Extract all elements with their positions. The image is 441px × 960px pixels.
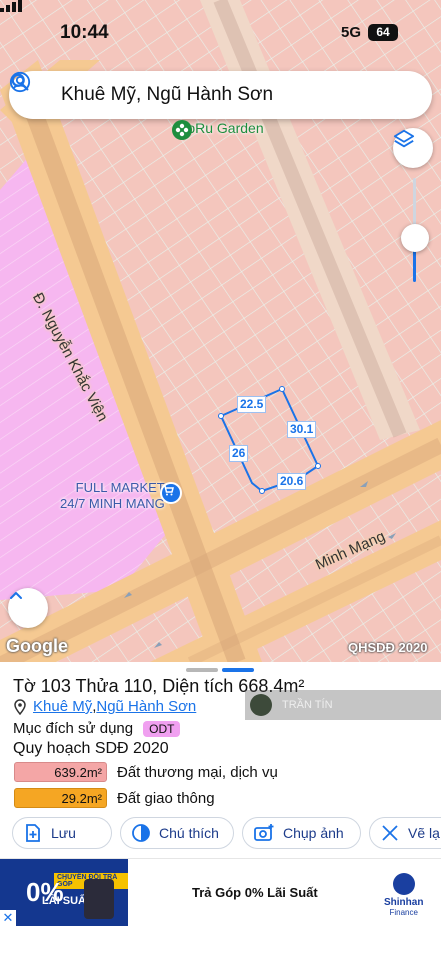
action-chips: Lưu Chú thích Chụp ảnh Vẽ lạ (12, 817, 441, 849)
avatar (250, 694, 272, 716)
parcel-dimension-right: 30.1 (287, 421, 317, 438)
chevron-up-icon (10, 592, 22, 599)
parcel-dimension-bottom: 20.6 (277, 473, 307, 490)
land-use-row: 639.2m² Đất thương mại, dịch vụ (14, 762, 278, 782)
legend-button[interactable]: Chú thích (120, 817, 234, 849)
save-button[interactable]: Lưu (12, 817, 112, 849)
ad-headline[interactable]: Trả Góp 0% Lãi Suất (192, 885, 318, 900)
parcel-location: Khuê Mỹ , Ngũ Hành Sơn (13, 698, 196, 715)
google-logo: Google (6, 636, 68, 656)
parcel-info-sheet[interactable]: Tờ 103 Thửa 110, Diện tích 668.4m² Khuê … (0, 662, 441, 858)
land-use-area: 639.2m² (14, 762, 107, 782)
ad-brand-name: Shinhan (384, 897, 424, 908)
land-use-area: 29.2m² (14, 788, 107, 808)
search-icon[interactable] (9, 71, 31, 93)
land-purpose-row: Mục đích sử dụng ODT (13, 720, 181, 737)
map-view[interactable]: 10:44 5G 64 Khuê Mỹ, Ngũ Hành Sơn SoRu G… (0, 0, 441, 662)
photo-button[interactable]: Chụp ảnh (242, 817, 361, 849)
plan-title: Quy hoạch SDĐ 2020 (13, 740, 169, 757)
ad-card-graphic (84, 879, 114, 919)
draw-tools-icon (382, 825, 398, 841)
purpose-label: Mục đích sử dụng (13, 720, 134, 737)
contrast-icon (132, 824, 150, 842)
ad-banner[interactable]: CHUYỂN ĐỔI TRẢ GÓP 0% LÃI SUẤT Trả Góp 0… (0, 858, 441, 927)
land-use-row: 29.2m² Đất giao thông (14, 788, 215, 808)
garden-icon (172, 120, 192, 140)
status-bar: 10:44 5G 64 (0, 0, 441, 64)
land-use-desc: Đất thương mại, dịch vụ (117, 763, 278, 781)
ad-brand-sub: Finance (389, 908, 418, 917)
expand-up-button[interactable] (8, 588, 48, 628)
ad-close-icon[interactable]: ✕ (0, 910, 16, 926)
user-overlay: TRẦN TÍN (245, 690, 441, 720)
shopping-cart-icon[interactable] (160, 482, 182, 504)
map-credit: QHSDĐ 2020 (348, 640, 428, 655)
land-use-desc: Đất giao thông (117, 789, 215, 807)
sheet-handle[interactable] (186, 668, 218, 672)
purpose-code-badge: ODT (143, 720, 181, 737)
draw-button[interactable]: Vẽ lạ (369, 817, 441, 849)
photo-label: Chụp ảnh (283, 825, 344, 841)
opacity-slider-handle[interactable] (401, 224, 429, 252)
sheet-handle-active[interactable] (222, 668, 254, 672)
search-bar[interactable]: Khuê Mỹ, Ngũ Hành Sơn (9, 71, 432, 119)
overlay-user-name: TRẦN TÍN (282, 699, 333, 711)
legend-label: Chú thích (159, 825, 219, 841)
add-photo-icon (254, 824, 274, 841)
layers-button[interactable] (393, 128, 433, 168)
market-name: FULL MARKET (75, 480, 165, 495)
market-address: 24/7 MINH MANG (60, 496, 165, 511)
search-query[interactable]: Khuê Mỹ, Ngũ Hành Sơn (61, 84, 273, 106)
ad-image[interactable]: CHUYỂN ĐỔI TRẢ GÓP 0% LÃI SUẤT (0, 859, 128, 927)
shinhan-logo-icon (392, 873, 415, 895)
draw-label: Vẽ lạ (408, 825, 440, 841)
location-pin-icon (14, 698, 26, 715)
parcel-dimension-left: 26 (229, 445, 249, 462)
ad-brand[interactable]: Shinhan Finance (384, 873, 423, 917)
save-label: Lưu (51, 825, 76, 841)
home-indicator-area (0, 926, 441, 960)
parcel-dimension-top: 22.5 (237, 396, 267, 413)
network-type: 5G (341, 24, 362, 41)
add-document-icon (26, 824, 40, 842)
cellular-signal-icon (0, 0, 22, 12)
poi-full-market[interactable]: FULL MARKET 24/7 MINH MANG (60, 480, 165, 512)
ward-link[interactable]: Khuê Mỹ (33, 698, 92, 715)
district-link[interactable]: Ngũ Hành Sơn (96, 698, 196, 715)
battery-icon: 64 (368, 24, 398, 41)
poi-soru-garden[interactable]: SoRu Garden (172, 120, 264, 140)
layers-icon (393, 129, 415, 148)
status-time: 10:44 (60, 22, 109, 43)
